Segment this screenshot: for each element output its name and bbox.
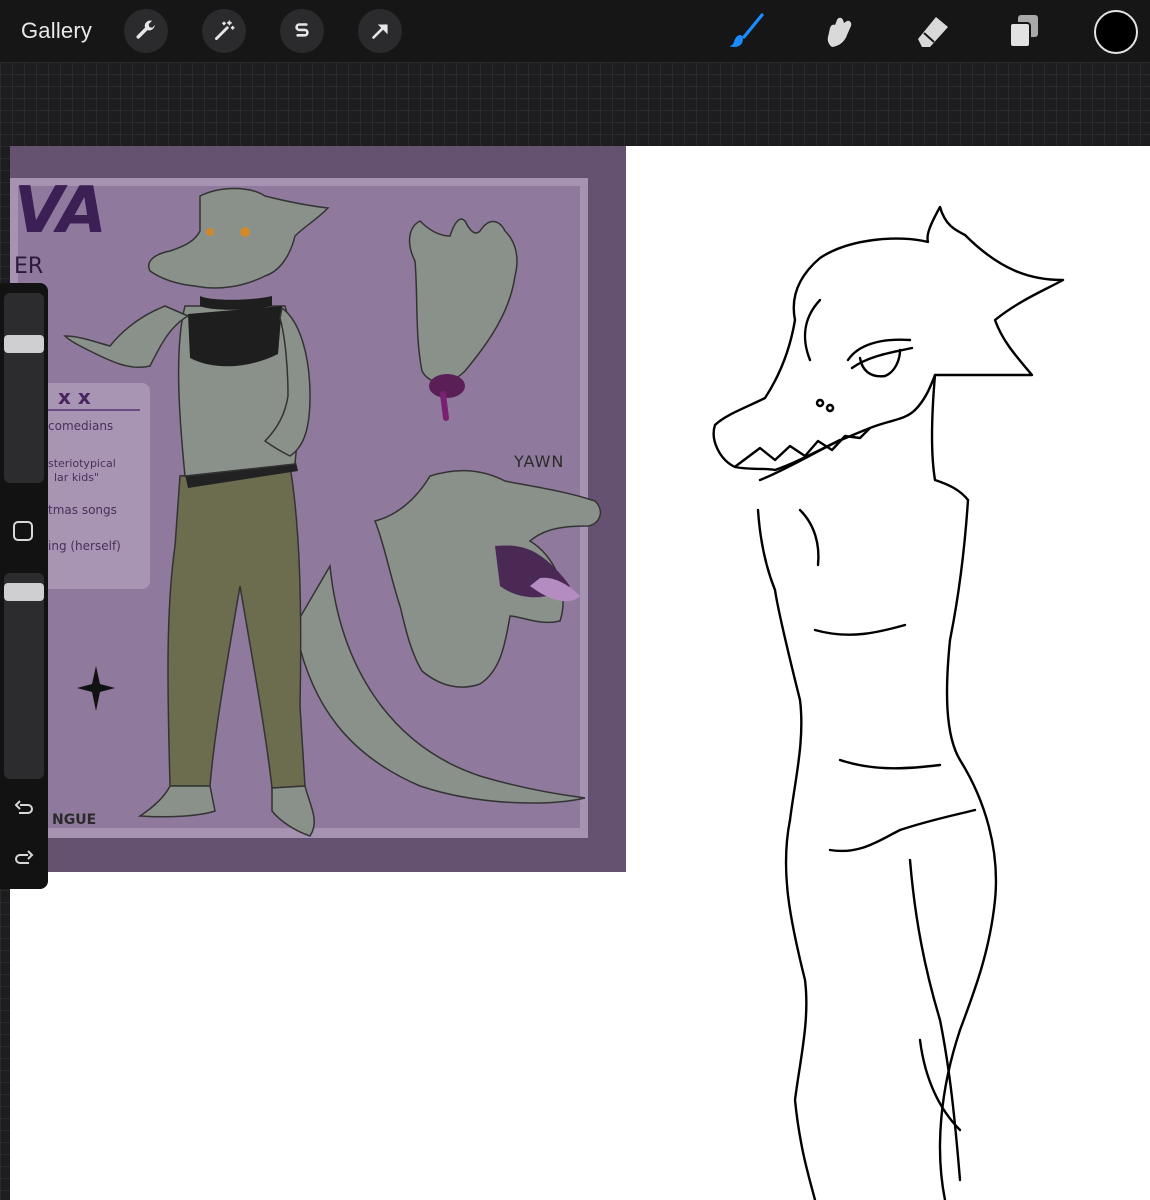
- redo-icon[interactable]: [12, 847, 36, 871]
- smudge-icon[interactable]: [816, 10, 860, 52]
- top-toolbar: Gallery: [0, 0, 1150, 62]
- layers-icon[interactable]: [1002, 10, 1046, 52]
- reference-image[interactable]: VA ER x x comedians steriotypical lar ki…: [10, 146, 626, 872]
- undo-icon[interactable]: [12, 797, 36, 821]
- brush-icon[interactable]: [724, 10, 768, 52]
- selection-s-icon[interactable]: [280, 9, 324, 53]
- wrench-icon[interactable]: [124, 9, 168, 53]
- eraser-icon[interactable]: [910, 10, 954, 52]
- sidebar: [0, 283, 48, 889]
- square-modify-icon[interactable]: [13, 521, 33, 541]
- gallery-button[interactable]: Gallery: [21, 18, 92, 44]
- opacity-slider[interactable]: [4, 573, 44, 779]
- magic-wand-icon[interactable]: [202, 9, 246, 53]
- brush-size-thumb[interactable]: [4, 335, 44, 353]
- character-illustration: [63, 187, 602, 837]
- color-picker-button[interactable]: [1094, 10, 1138, 54]
- opacity-thumb[interactable]: [4, 583, 44, 601]
- arrow-cursor-icon[interactable]: [358, 9, 402, 53]
- brush-size-slider[interactable]: [4, 293, 44, 483]
